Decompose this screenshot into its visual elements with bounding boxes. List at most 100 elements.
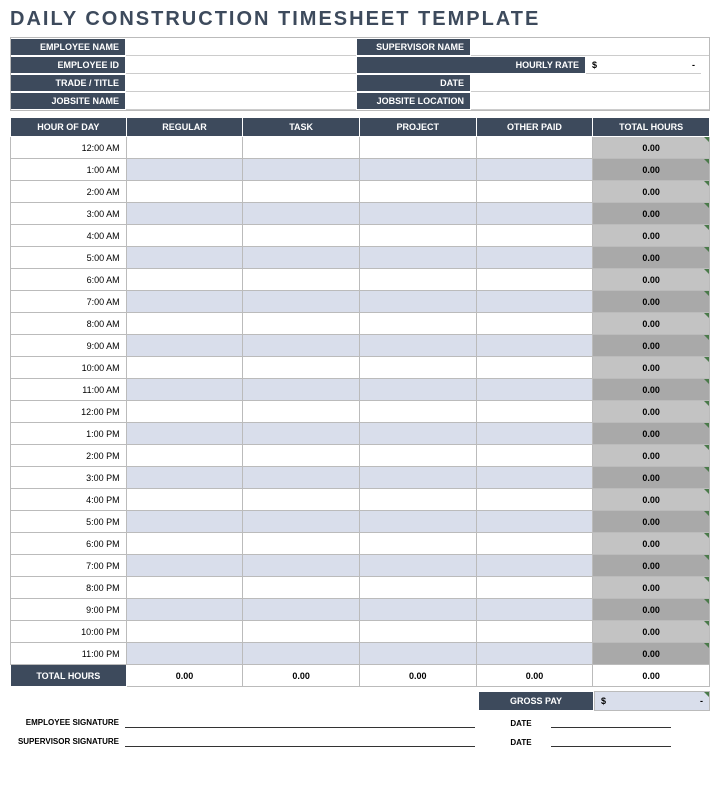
regular-cell[interactable]	[126, 291, 243, 313]
task-cell[interactable]	[243, 489, 360, 511]
employee-name-field[interactable]	[126, 38, 356, 56]
project-cell[interactable]	[359, 577, 476, 599]
project-cell[interactable]	[359, 511, 476, 533]
task-cell[interactable]	[243, 533, 360, 555]
jobsite-location-field[interactable]	[471, 92, 709, 110]
other-cell[interactable]	[476, 225, 593, 247]
regular-cell[interactable]	[126, 621, 243, 643]
other-cell[interactable]	[476, 533, 593, 555]
task-cell[interactable]	[243, 445, 360, 467]
other-cell[interactable]	[476, 159, 593, 181]
other-cell[interactable]	[476, 467, 593, 489]
regular-cell[interactable]	[126, 599, 243, 621]
project-cell[interactable]	[359, 159, 476, 181]
task-cell[interactable]	[243, 401, 360, 423]
regular-cell[interactable]	[126, 313, 243, 335]
project-cell[interactable]	[359, 467, 476, 489]
task-cell[interactable]	[243, 379, 360, 401]
task-cell[interactable]	[243, 577, 360, 599]
regular-cell[interactable]	[126, 181, 243, 203]
other-cell[interactable]	[476, 269, 593, 291]
project-cell[interactable]	[359, 423, 476, 445]
other-cell[interactable]	[476, 489, 593, 511]
regular-cell[interactable]	[126, 357, 243, 379]
project-cell[interactable]	[359, 401, 476, 423]
project-cell[interactable]	[359, 225, 476, 247]
supervisor-signature-line[interactable]	[125, 746, 475, 747]
project-cell[interactable]	[359, 555, 476, 577]
other-cell[interactable]	[476, 445, 593, 467]
regular-cell[interactable]	[126, 247, 243, 269]
supervisor-signature-date-line[interactable]	[551, 746, 671, 747]
regular-cell[interactable]	[126, 467, 243, 489]
task-cell[interactable]	[243, 423, 360, 445]
regular-cell[interactable]	[126, 423, 243, 445]
task-cell[interactable]	[243, 555, 360, 577]
task-cell[interactable]	[243, 599, 360, 621]
regular-cell[interactable]	[126, 159, 243, 181]
task-cell[interactable]	[243, 203, 360, 225]
project-cell[interactable]	[359, 643, 476, 665]
regular-cell[interactable]	[126, 555, 243, 577]
project-cell[interactable]	[359, 357, 476, 379]
regular-cell[interactable]	[126, 401, 243, 423]
employee-signature-line[interactable]	[125, 727, 475, 728]
regular-cell[interactable]	[126, 335, 243, 357]
task-cell[interactable]	[243, 511, 360, 533]
other-cell[interactable]	[476, 313, 593, 335]
date-field[interactable]	[471, 74, 709, 92]
project-cell[interactable]	[359, 181, 476, 203]
regular-cell[interactable]	[126, 577, 243, 599]
regular-cell[interactable]	[126, 489, 243, 511]
regular-cell[interactable]	[126, 203, 243, 225]
task-cell[interactable]	[243, 225, 360, 247]
other-cell[interactable]	[476, 291, 593, 313]
other-cell[interactable]	[476, 511, 593, 533]
project-cell[interactable]	[359, 247, 476, 269]
project-cell[interactable]	[359, 335, 476, 357]
jobsite-name-field[interactable]	[126, 92, 356, 110]
task-cell[interactable]	[243, 269, 360, 291]
regular-cell[interactable]	[126, 511, 243, 533]
project-cell[interactable]	[359, 599, 476, 621]
project-cell[interactable]	[359, 269, 476, 291]
task-cell[interactable]	[243, 643, 360, 665]
task-cell[interactable]	[243, 247, 360, 269]
other-cell[interactable]	[476, 423, 593, 445]
project-cell[interactable]	[359, 137, 476, 159]
project-cell[interactable]	[359, 621, 476, 643]
other-cell[interactable]	[476, 621, 593, 643]
task-cell[interactable]	[243, 357, 360, 379]
supervisor-name-field[interactable]	[471, 38, 709, 56]
task-cell[interactable]	[243, 159, 360, 181]
regular-cell[interactable]	[126, 533, 243, 555]
task-cell[interactable]	[243, 181, 360, 203]
other-cell[interactable]	[476, 181, 593, 203]
regular-cell[interactable]	[126, 269, 243, 291]
task-cell[interactable]	[243, 137, 360, 159]
trade-title-field[interactable]	[126, 74, 356, 92]
project-cell[interactable]	[359, 291, 476, 313]
regular-cell[interactable]	[126, 225, 243, 247]
other-cell[interactable]	[476, 577, 593, 599]
task-cell[interactable]	[243, 313, 360, 335]
other-cell[interactable]	[476, 335, 593, 357]
other-cell[interactable]	[476, 555, 593, 577]
project-cell[interactable]	[359, 379, 476, 401]
regular-cell[interactable]	[126, 379, 243, 401]
other-cell[interactable]	[476, 247, 593, 269]
employee-signature-date-line[interactable]	[551, 727, 671, 728]
regular-cell[interactable]	[126, 445, 243, 467]
project-cell[interactable]	[359, 445, 476, 467]
task-cell[interactable]	[243, 291, 360, 313]
other-cell[interactable]	[476, 379, 593, 401]
other-cell[interactable]	[476, 643, 593, 665]
hourly-rate-field[interactable]: $ -	[586, 56, 701, 74]
regular-cell[interactable]	[126, 643, 243, 665]
project-cell[interactable]	[359, 313, 476, 335]
project-cell[interactable]	[359, 489, 476, 511]
other-cell[interactable]	[476, 203, 593, 225]
project-cell[interactable]	[359, 203, 476, 225]
project-cell[interactable]	[359, 533, 476, 555]
other-cell[interactable]	[476, 599, 593, 621]
